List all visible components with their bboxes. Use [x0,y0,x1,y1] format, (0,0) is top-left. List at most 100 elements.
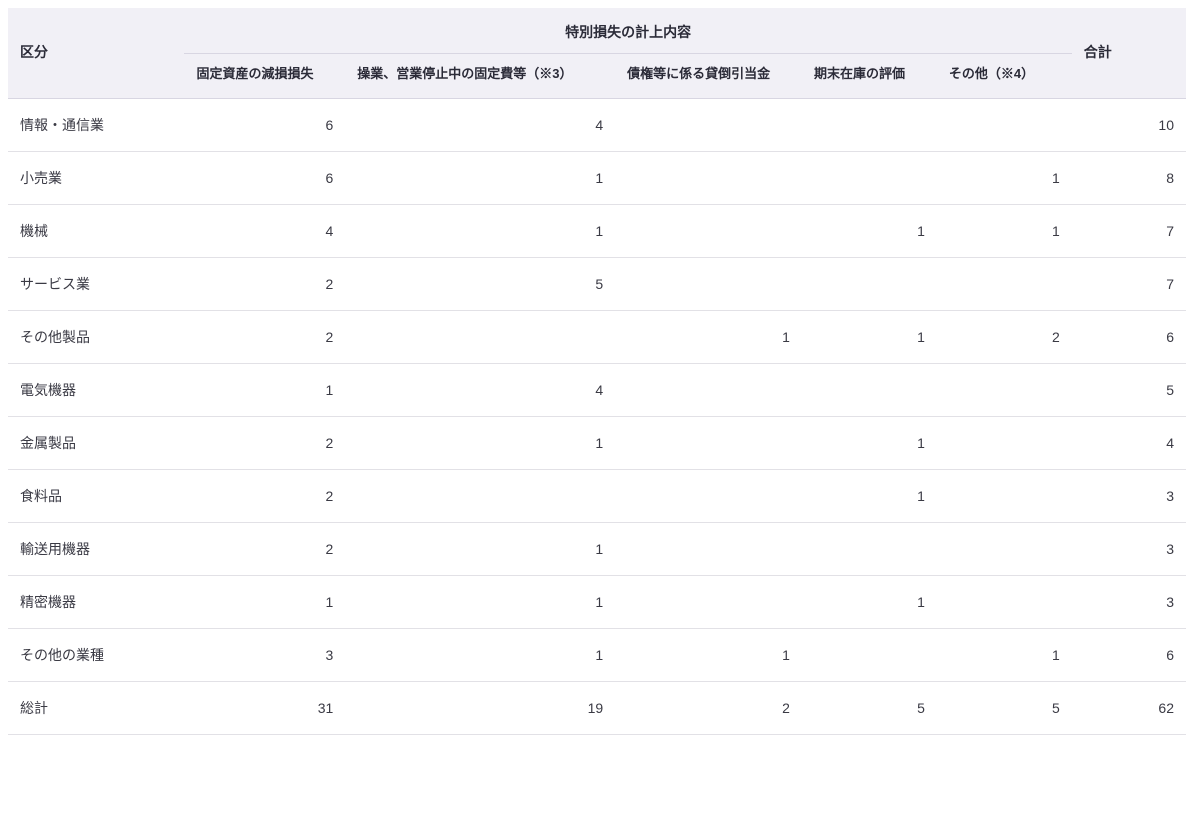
row-label: 輸送用機器 [8,522,184,575]
cell-value: 2 [615,681,802,734]
cell-value [615,522,802,575]
table-row: その他製品21126 [8,310,1186,363]
cell-value [615,416,802,469]
table-container: 区分 特別損失の計上内容 合計 固定資産の減損損失 操業、営業停止中の固定費等（… [0,0,1194,743]
row-label: その他製品 [8,310,184,363]
th-group: 特別損失の計上内容 [184,8,1071,54]
row-total: 3 [1072,522,1186,575]
table-row: 機械41117 [8,204,1186,257]
cell-value [615,575,802,628]
table-row: 電気機器14 5 [8,363,1186,416]
cell-value [345,310,615,363]
cell-value [615,363,802,416]
cell-value: 1 [802,416,937,469]
th-sub-1: 操業、営業停止中の固定費等（※3） [345,54,615,99]
cell-value: 4 [345,98,615,151]
cell-value: 6 [184,151,345,204]
th-category: 区分 [8,8,184,98]
cell-value: 4 [184,204,345,257]
row-total: 62 [1072,681,1186,734]
cell-value: 1 [615,628,802,681]
row-total: 4 [1072,416,1186,469]
th-sub-4: その他（※4） [937,54,1072,99]
cell-value [802,628,937,681]
cell-value: 1 [184,575,345,628]
cell-value [937,257,1072,310]
cell-value: 5 [937,681,1072,734]
row-label: 機械 [8,204,184,257]
cell-value: 2 [184,257,345,310]
cell-value: 1 [802,310,937,363]
cell-value: 1 [184,363,345,416]
th-sub-2: 債権等に係る貸倒引当金 [615,54,802,99]
table-row: その他の業種31116 [8,628,1186,681]
cell-value: 5 [802,681,937,734]
cell-value: 1 [802,575,937,628]
cell-value [937,98,1072,151]
row-label: 食料品 [8,469,184,522]
cell-value: 1 [345,575,615,628]
row-total: 5 [1072,363,1186,416]
row-total: 3 [1072,575,1186,628]
table-row: 輸送用機器21 3 [8,522,1186,575]
cell-value: 1 [345,416,615,469]
row-total: 6 [1072,310,1186,363]
row-total: 6 [1072,628,1186,681]
cell-value [802,257,937,310]
row-label: 情報・通信業 [8,98,184,151]
row-label: 総計 [8,681,184,734]
row-label: 金属製品 [8,416,184,469]
cell-value [802,363,937,416]
table-row: 情報・通信業64 10 [8,98,1186,151]
th-sub-3: 期末在庫の評価 [802,54,937,99]
table-row: 精密機器1113 [8,575,1186,628]
cell-value: 5 [345,257,615,310]
table-row: 総計311925562 [8,681,1186,734]
row-total: 7 [1072,204,1186,257]
row-total: 8 [1072,151,1186,204]
table-row: 金属製品2114 [8,416,1186,469]
cell-value: 4 [345,363,615,416]
cell-value: 2 [937,310,1072,363]
cell-value: 2 [184,469,345,522]
row-total: 7 [1072,257,1186,310]
row-label: その他の業種 [8,628,184,681]
cell-value: 3 [184,628,345,681]
row-label: 小売業 [8,151,184,204]
table-row: サービス業25 7 [8,257,1186,310]
cell-value: 1 [345,628,615,681]
cell-value [615,469,802,522]
special-loss-table: 区分 特別損失の計上内容 合計 固定資産の減損損失 操業、営業停止中の固定費等（… [8,8,1186,735]
cell-value: 1 [937,628,1072,681]
cell-value: 1 [802,469,937,522]
row-label: 精密機器 [8,575,184,628]
cell-value [802,151,937,204]
cell-value: 1 [802,204,937,257]
table-row: 食料品2 1 3 [8,469,1186,522]
cell-value [615,204,802,257]
cell-value: 1 [615,310,802,363]
cell-value: 1 [937,204,1072,257]
cell-value: 1 [345,151,615,204]
row-label: サービス業 [8,257,184,310]
th-total: 合計 [1072,8,1186,98]
cell-value [345,469,615,522]
cell-value [937,416,1072,469]
cell-value [615,151,802,204]
cell-value: 2 [184,416,345,469]
table-row: 小売業6118 [8,151,1186,204]
cell-value [802,98,937,151]
cell-value: 1 [345,204,615,257]
cell-value: 2 [184,310,345,363]
cell-value: 1 [345,522,615,575]
cell-value [802,522,937,575]
th-sub-0: 固定資産の減損損失 [184,54,345,99]
cell-value: 6 [184,98,345,151]
cell-value [937,575,1072,628]
row-total: 10 [1072,98,1186,151]
row-total: 3 [1072,469,1186,522]
row-label: 電気機器 [8,363,184,416]
cell-value [937,469,1072,522]
cell-value: 2 [184,522,345,575]
cell-value: 1 [937,151,1072,204]
